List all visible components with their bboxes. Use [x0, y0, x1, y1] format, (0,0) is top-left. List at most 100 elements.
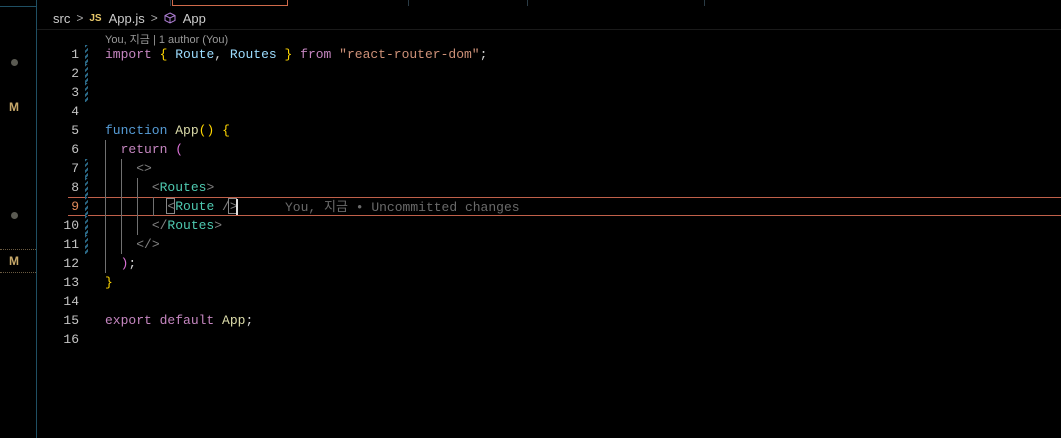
- editor-tab[interactable]: [410, 0, 528, 6]
- git-change-marker[interactable]: [85, 216, 88, 235]
- strip-top-divider: [0, 0, 36, 7]
- jsx-tag: Routes: [167, 218, 215, 233]
- scm-modified-badge[interactable]: M: [9, 254, 19, 268]
- line-number: 3: [71, 85, 79, 100]
- line-number: 15: [63, 313, 79, 328]
- jsx-tag: Route: [175, 199, 215, 214]
- line-number: 6: [71, 142, 79, 157]
- code-line: 1 import { Route, Routes } from "react-r…: [37, 45, 1061, 64]
- breadcrumb-symbol[interactable]: App: [183, 11, 206, 26]
- editor-tab-active[interactable]: [172, 0, 288, 6]
- editor-tab[interactable]: [37, 0, 171, 6]
- code-text: import { Route, Routes } from "react-rou…: [105, 45, 487, 64]
- line-number: 1: [71, 47, 79, 62]
- line-number: 4: [71, 104, 79, 119]
- keyword-function: function: [105, 123, 168, 138]
- keyword-default: default: [159, 313, 215, 328]
- brace: }: [284, 47, 293, 62]
- paren: (: [175, 142, 184, 157]
- line-number: 2: [71, 66, 79, 81]
- code-line: 14: [37, 292, 1061, 311]
- code-text: }: [105, 273, 113, 292]
- punctuation: ;: [479, 47, 488, 62]
- function-name: App: [175, 123, 199, 138]
- line-number: 12: [63, 256, 79, 271]
- string-literal: "react-router-dom": [339, 47, 480, 62]
- line-number: 10: [63, 218, 79, 233]
- identifier: Route: [175, 47, 215, 62]
- tag-bracket: >: [206, 180, 215, 195]
- code-line-current: 9 <Route />: [37, 197, 1061, 216]
- code-line: 13 }: [37, 273, 1061, 292]
- inline-git-blame[interactable]: You, 지금 • Uncommitted changes: [285, 198, 520, 217]
- git-change-marker[interactable]: [85, 197, 88, 216]
- git-change-marker[interactable]: [85, 83, 88, 102]
- editor-tab[interactable]: [290, 0, 409, 6]
- editor-tab-bar: [37, 0, 1061, 6]
- code-text: <Routes>: [105, 178, 214, 197]
- code-line: 16: [37, 330, 1061, 349]
- breadcrumb-file[interactable]: App.js: [109, 11, 145, 26]
- brace: }: [105, 275, 113, 290]
- brace: {: [222, 123, 230, 138]
- tag-bracket: <: [151, 180, 160, 195]
- code-line: 5 function App() {: [37, 121, 1061, 140]
- code-text: </>: [105, 235, 160, 254]
- text-cursor: [236, 199, 238, 215]
- scm-modified-badge[interactable]: M: [9, 100, 19, 114]
- line-number: 16: [63, 332, 79, 347]
- line-number: 5: [71, 123, 79, 138]
- git-change-marker[interactable]: [85, 159, 88, 178]
- punctuation: ;: [245, 313, 254, 328]
- code-text: );: [105, 254, 137, 273]
- symbol-cube-icon: [164, 12, 176, 24]
- line-number: 11: [63, 237, 79, 252]
- identifier: App: [222, 313, 246, 328]
- punctuation: ,: [214, 47, 223, 62]
- git-change-marker[interactable]: [85, 64, 88, 83]
- jsx-fragment-open: <>: [136, 161, 152, 176]
- code-text: return (: [105, 140, 183, 159]
- git-change-marker[interactable]: [85, 45, 88, 64]
- code-line: 12 );: [37, 254, 1061, 273]
- keyword-return: return: [120, 142, 168, 157]
- code-text: <>: [105, 159, 152, 178]
- keyword-export: export: [105, 313, 152, 328]
- git-change-marker[interactable]: [85, 235, 88, 254]
- line-number: 8: [71, 180, 79, 195]
- line-number: 9: [71, 199, 79, 214]
- javascript-file-icon: JS: [89, 12, 102, 24]
- brace: {: [159, 47, 168, 62]
- code-line: 3: [37, 83, 1061, 102]
- jsx-tag: Routes: [159, 180, 207, 195]
- tag-bracket: </: [151, 218, 168, 233]
- line-number: 14: [63, 294, 79, 309]
- punctuation: ;: [128, 256, 137, 271]
- keyword-import: import: [105, 47, 152, 62]
- code-text: </Routes>: [105, 216, 222, 235]
- parens: (): [198, 123, 215, 138]
- modified-dot-icon: [11, 212, 18, 219]
- chevron-right-icon: >: [76, 11, 84, 25]
- code-line: 7 <>: [37, 159, 1061, 178]
- keyword-from: from: [300, 47, 332, 62]
- editor-top-divider: [37, 29, 1061, 30]
- editor-tab[interactable]: [529, 0, 705, 6]
- code-line: 4: [37, 102, 1061, 121]
- code-text: function App() {: [105, 121, 230, 140]
- git-change-marker[interactable]: [85, 178, 88, 197]
- code-line: 6 return (: [37, 140, 1061, 159]
- line-number: 7: [71, 161, 79, 176]
- activity-gutter: M M: [0, 0, 37, 438]
- identifier: Routes: [229, 47, 277, 62]
- breadcrumb-folder[interactable]: src: [53, 11, 70, 26]
- code-text: export default App;: [105, 311, 253, 330]
- code-line: 11 </>: [37, 235, 1061, 254]
- modified-dot-icon: [11, 59, 18, 66]
- line-number: 13: [63, 275, 79, 290]
- code-line: 10 </Routes>: [37, 216, 1061, 235]
- breadcrumb: src > JS App.js > App: [53, 9, 206, 27]
- code-line: 2: [37, 64, 1061, 83]
- jsx-fragment-close: </>: [136, 237, 160, 252]
- chevron-right-icon: >: [150, 11, 158, 25]
